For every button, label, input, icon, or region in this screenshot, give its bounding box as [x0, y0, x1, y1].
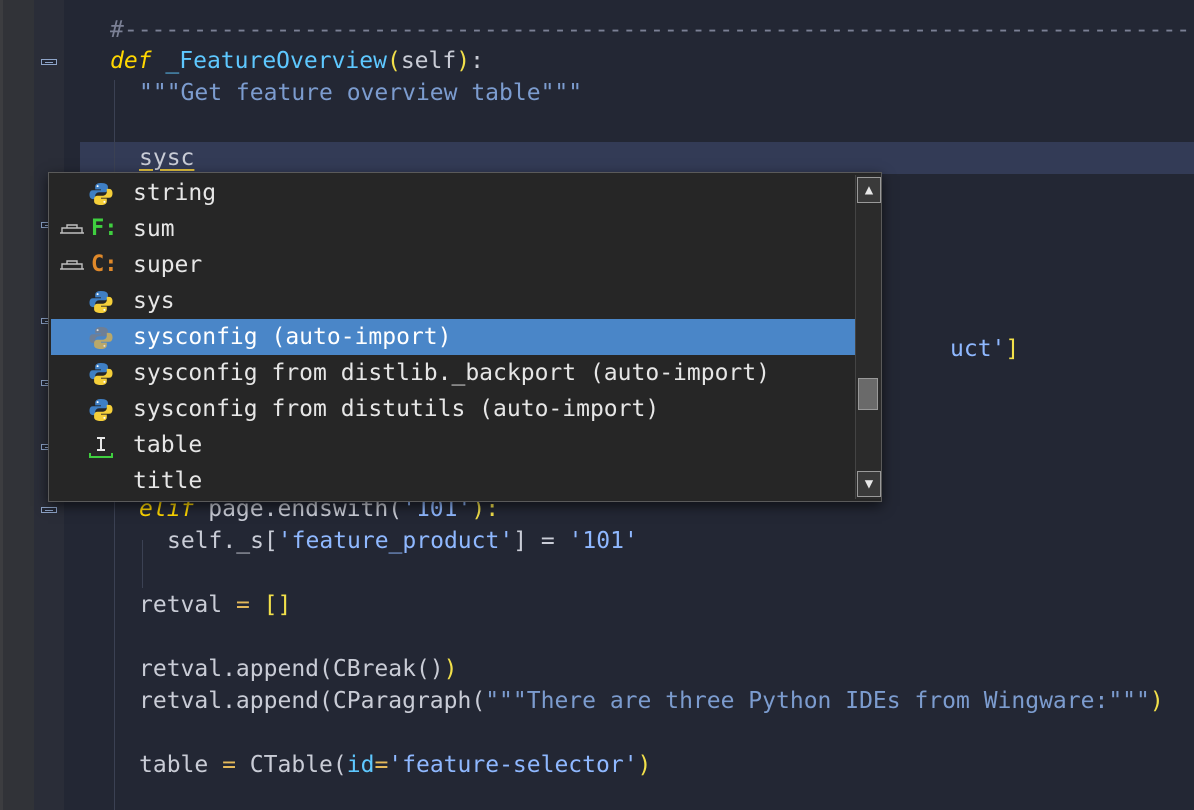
completion-label: sysconfig from distlib._backport (auto-i…: [133, 360, 770, 386]
retval-line: retval = []: [139, 589, 291, 621]
completion-label: table: [133, 432, 203, 458]
assign-key: 'feature_product': [277, 528, 514, 554]
separator-comment: #---------------------------------------…: [110, 17, 1191, 43]
member-icon: [60, 224, 84, 234]
completion-label: super: [133, 252, 203, 278]
python-module-icon: [89, 399, 113, 421]
function-name: _FeatureOverview: [165, 48, 387, 74]
colon: :: [470, 48, 484, 74]
partial-visible-line: uct']: [950, 333, 1019, 365]
scroll-thumb[interactable]: [858, 377, 878, 410]
python-module-icon: [89, 327, 113, 349]
append-call: retval.append(: [139, 688, 333, 714]
self-param: self: [400, 48, 457, 74]
line-number-gutter: [0, 0, 34, 810]
scroll-up-button[interactable]: ▲: [857, 177, 881, 203]
cparagraph-call: CParagraph(: [332, 688, 486, 714]
member-icon: [60, 260, 84, 270]
completion-item[interactable]: sysconfig from distutils (auto-import): [51, 391, 855, 427]
operator: =: [374, 752, 389, 778]
def-line: def _FeatureOverview(self):: [110, 45, 484, 77]
function-icon: F:: [91, 216, 118, 241]
completion-label: sys: [133, 288, 175, 314]
completion-item[interactable]: sys: [51, 283, 855, 319]
paren: ): [443, 656, 458, 682]
operator: =: [235, 592, 250, 618]
id-string: 'feature-selector': [388, 752, 638, 778]
operator: =: [222, 752, 236, 778]
class-icon: C:: [91, 252, 118, 277]
completion-item[interactable]: table: [51, 427, 855, 463]
completion-item[interactable]: sysconfig from distlib._backport (auto-i…: [51, 355, 855, 391]
completion-item[interactable]: string: [51, 175, 855, 211]
ctable-call: CTable(: [235, 752, 347, 778]
typed-text: sysc: [139, 145, 195, 171]
completion-item-selected[interactable]: sysconfig (auto-import): [51, 319, 855, 355]
append-paragraph-line: retval.append(CParagraph("""There are th…: [139, 685, 1164, 717]
text-cursor-icon: [89, 437, 113, 458]
cbreak-call: CBreak(): [332, 656, 444, 682]
fold-marker[interactable]: [41, 59, 57, 65]
typed-line[interactable]: sysc: [139, 142, 194, 174]
list-literal: []: [249, 592, 292, 618]
completion-item[interactable]: title: [51, 463, 855, 499]
paren: (: [386, 48, 401, 74]
completion-label: sysconfig (auto-import): [133, 324, 452, 350]
bracket: ]: [1005, 336, 1020, 362]
completion-item[interactable]: C: super: [51, 247, 855, 283]
retval-var: retval: [139, 592, 236, 618]
assign-line: self._s['feature_product'] = '101': [167, 525, 638, 557]
completion-label: sum: [133, 216, 175, 242]
keyword-arg: id: [346, 752, 375, 778]
paren: ): [456, 48, 471, 74]
gutter-edge: [0, 0, 3, 810]
partial-string: uct': [950, 336, 1006, 362]
paragraph-string: """There are three Python IDEs from Wing…: [485, 688, 1150, 714]
python-module-icon: [89, 291, 113, 313]
completion-scrollbar[interactable]: ▲ ▼: [855, 175, 881, 499]
completion-list[interactable]: string F: sum C: super sys sysconfig (au…: [51, 175, 855, 499]
completion-label: string: [133, 180, 217, 206]
completion-label: sysconfig from distutils (auto-import): [133, 396, 660, 422]
docstring: """Get feature overview table""": [139, 80, 583, 106]
table-var: table: [139, 752, 223, 778]
assign-value: '101': [568, 528, 638, 554]
fold-marker[interactable]: [41, 507, 57, 513]
append-call: retval.append(: [139, 656, 333, 682]
append-break-line: retval.append(CBreak()): [139, 653, 458, 685]
indent-guide: [142, 540, 143, 588]
def-keyword: def: [110, 48, 152, 74]
paren: ): [637, 752, 652, 778]
autocomplete-popup[interactable]: string F: sum C: super sys sysconfig (au…: [48, 172, 882, 502]
python-module-icon: [89, 183, 113, 205]
scroll-down-button[interactable]: ▼: [857, 471, 881, 497]
completion-item[interactable]: F: sum: [51, 211, 855, 247]
table-line: table = CTable(id='feature-selector'): [139, 749, 651, 781]
current-line-highlight: [80, 142, 1194, 174]
python-module-icon: [89, 363, 113, 385]
assign-lhs: self._s[: [167, 528, 278, 554]
paren: ): [1149, 688, 1164, 714]
assign-mid: ] =: [513, 528, 569, 554]
completion-label: title: [133, 468, 203, 494]
